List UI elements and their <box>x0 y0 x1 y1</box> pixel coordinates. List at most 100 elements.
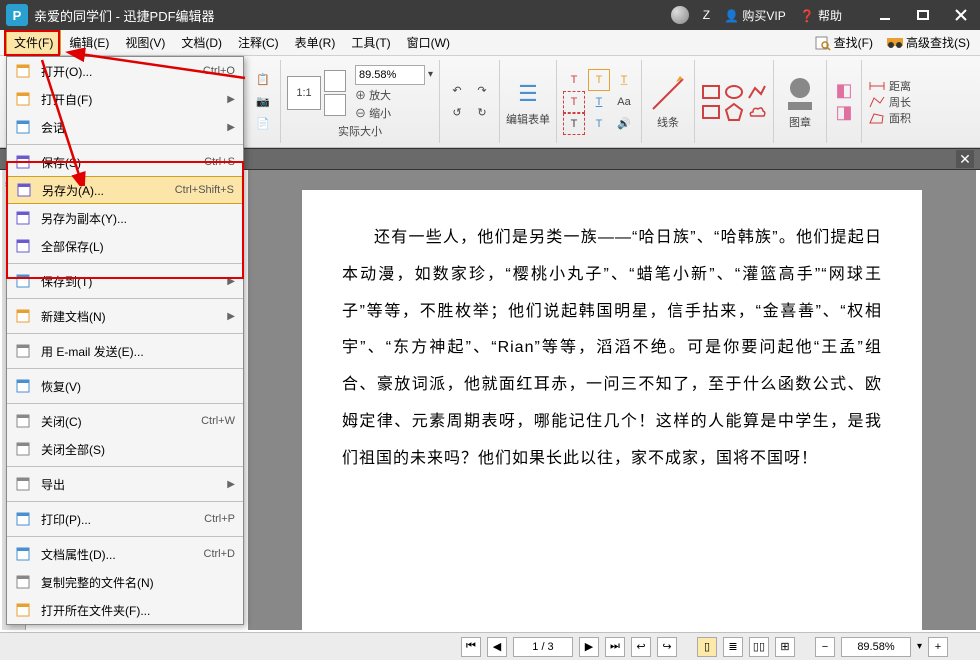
find-button[interactable]: 查找(F) <box>811 32 877 53</box>
eraser2-icon[interactable]: ◨ <box>833 102 855 124</box>
minimize-button[interactable] <box>876 6 894 24</box>
document-viewport[interactable]: 还有一些人，他们是另类一族——“哈日族”、“哈韩族”。他们提起日本动漫，如数家珍… <box>248 170 976 630</box>
file-menu-item-label: 关闭全部(S) <box>41 441 235 458</box>
distance-tool[interactable]: 距离 <box>868 78 911 94</box>
menu-window[interactable]: 窗口(W) <box>399 30 458 55</box>
rect-shape-icon[interactable] <box>701 82 721 102</box>
actual-size-icon[interactable]: 1:1 <box>287 76 321 110</box>
zoom-status-input[interactable] <box>841 637 911 657</box>
file-menu-item-8[interactable]: 新建文档(N)▶ <box>7 302 243 330</box>
file-menu-item-15[interactable]: 文档属性(D)...Ctrl+D <box>7 540 243 568</box>
file-menu-item-17[interactable]: 打开所在文件夹(F)... <box>7 596 243 624</box>
file-menu-item-16[interactable]: 复制完整的文件名(N) <box>7 568 243 596</box>
last-page-button[interactable]: ⏭ <box>605 637 625 657</box>
facing-continuous-button[interactable]: ⊞ <box>775 637 795 657</box>
next-page-button[interactable]: ▶ <box>579 637 599 657</box>
rotate-left-icon[interactable]: ↶ <box>446 80 468 102</box>
zoom-in-button[interactable]: ⊕ 放大 <box>355 87 391 103</box>
advanced-find-button[interactable]: 高级查找(S) <box>883 32 974 53</box>
rotate-right-icon[interactable]: ↷ <box>471 80 493 102</box>
continuous-view-button[interactable]: ≣ <box>723 637 743 657</box>
text-underline-icon[interactable]: T <box>588 91 610 113</box>
text-highlight-icon[interactable]: T̲ <box>613 69 635 91</box>
file-menu-item-13[interactable]: 导出▶ <box>7 470 243 498</box>
nav-back-button[interactable]: ↩ <box>631 637 651 657</box>
close-button[interactable] <box>952 6 970 24</box>
zoom-input[interactable] <box>355 65 425 85</box>
file-menu-item-2[interactable]: 会话▶ <box>7 113 243 141</box>
menu-comment[interactable]: 注释(C) <box>230 30 287 55</box>
binoculars-icon <box>887 35 903 51</box>
paste-icon[interactable]: 📋 <box>252 69 274 91</box>
file-menu-item-shortcut: Ctrl+S <box>204 156 235 168</box>
file-menu-item-icon <box>15 209 33 227</box>
menu-document[interactable]: 文档(D) <box>173 30 230 55</box>
prev-page-button[interactable]: ◀ <box>487 637 507 657</box>
page-fit-icon[interactable] <box>324 70 346 92</box>
menu-view[interactable]: 视图(V) <box>117 30 173 55</box>
file-menu-item-3[interactable]: 保存(S)Ctrl+S <box>7 148 243 176</box>
perimeter-tool[interactable]: 周长 <box>868 94 911 110</box>
maximize-button[interactable] <box>914 6 932 24</box>
cloud-icon[interactable] <box>747 102 767 122</box>
actual-size-label: 实际大小 <box>338 123 382 139</box>
sound-icon[interactable]: 🔊 <box>613 113 635 135</box>
file-menu-item-label: 复制完整的文件名(N) <box>41 574 235 591</box>
single-page-view-button[interactable]: ▯ <box>697 637 717 657</box>
circle-shape-icon[interactable] <box>724 82 744 102</box>
text-box-icon[interactable]: T <box>588 69 610 91</box>
page-number-input[interactable] <box>513 637 573 657</box>
text-plain-icon[interactable]: T <box>588 113 610 135</box>
user-letter[interactable]: Z <box>703 8 710 22</box>
nav-fwd-button[interactable]: ↪ <box>657 637 677 657</box>
file-menu-item-1[interactable]: 打开自(F)▶ <box>7 85 243 113</box>
format-icon[interactable]: Aa <box>613 91 635 113</box>
menu-tools[interactable]: 工具(T) <box>343 30 398 55</box>
text-select-icon[interactable]: T <box>563 69 585 91</box>
text-edit-icon[interactable]: T <box>563 91 585 113</box>
eraser-icon[interactable]: ◧ <box>833 80 855 102</box>
file-menu-item-14[interactable]: 打印(P)...Ctrl+P <box>7 505 243 533</box>
help-link[interactable]: ❓ 帮助 <box>800 7 842 24</box>
polygon-icon[interactable] <box>724 102 744 122</box>
menu-file[interactable]: 文件(F) <box>6 30 61 55</box>
redo-icon[interactable]: ↻ <box>471 102 493 124</box>
file-menu-item-0[interactable]: 打开(O)...Ctrl+O <box>7 57 243 85</box>
tab-close-button[interactable]: ✕ <box>956 150 974 168</box>
zoom-out-status-button[interactable]: − <box>815 637 835 657</box>
file-menu-item-icon <box>15 377 33 395</box>
first-page-button[interactable]: ⏮ <box>461 637 481 657</box>
zoom-out-button[interactable]: ⊖ 缩小 <box>355 105 391 121</box>
globe-icon[interactable] <box>671 6 689 24</box>
submenu-arrow-icon: ▶ <box>227 94 235 105</box>
edit-form-icon[interactable]: ☰ <box>511 77 545 111</box>
area-tool[interactable]: 面积 <box>868 110 911 126</box>
file-menu-item-7[interactable]: 保存到(T)▶ <box>7 267 243 295</box>
menu-separator <box>7 368 243 369</box>
camera-icon[interactable]: 📷 <box>252 91 274 113</box>
file-menu-item-10[interactable]: 恢复(V) <box>7 372 243 400</box>
page-width-icon[interactable] <box>324 94 346 116</box>
zoom-in-status-button[interactable]: + <box>928 637 948 657</box>
file-menu-item-5[interactable]: 另存为副本(Y)... <box>7 204 243 232</box>
undo-icon[interactable]: ↺ <box>446 102 468 124</box>
clipboard-icon[interactable]: 📄 <box>252 113 274 135</box>
stamp-icon[interactable] <box>780 74 820 114</box>
file-menu-item-12[interactable]: 关闭全部(S) <box>7 435 243 463</box>
text-strike-icon[interactable]: T <box>563 113 585 135</box>
buy-vip-link[interactable]: 👤 购买VIP <box>724 7 786 24</box>
file-menu-item-9[interactable]: 用 E-mail 发送(E)... <box>7 337 243 365</box>
file-menu-item-11[interactable]: 关闭(C)Ctrl+W <box>7 407 243 435</box>
menu-form[interactable]: 表单(R) <box>287 30 344 55</box>
menu-edit[interactable]: 编辑(E) <box>61 30 117 55</box>
ribbon-group-eraser: ◧ ◨ <box>827 60 862 143</box>
file-menu-item-icon <box>15 272 33 290</box>
menu-separator <box>7 333 243 334</box>
facing-view-button[interactable]: ▯▯ <box>749 637 769 657</box>
pencil-line-icon[interactable] <box>648 74 688 114</box>
file-menu-item-icon <box>15 601 33 619</box>
file-menu-item-4[interactable]: 另存为(A)...Ctrl+Shift+S <box>7 176 243 204</box>
rect-fill-icon[interactable] <box>701 102 721 122</box>
polyline-icon[interactable] <box>747 82 767 102</box>
file-menu-item-6[interactable]: 全部保存(L) <box>7 232 243 260</box>
